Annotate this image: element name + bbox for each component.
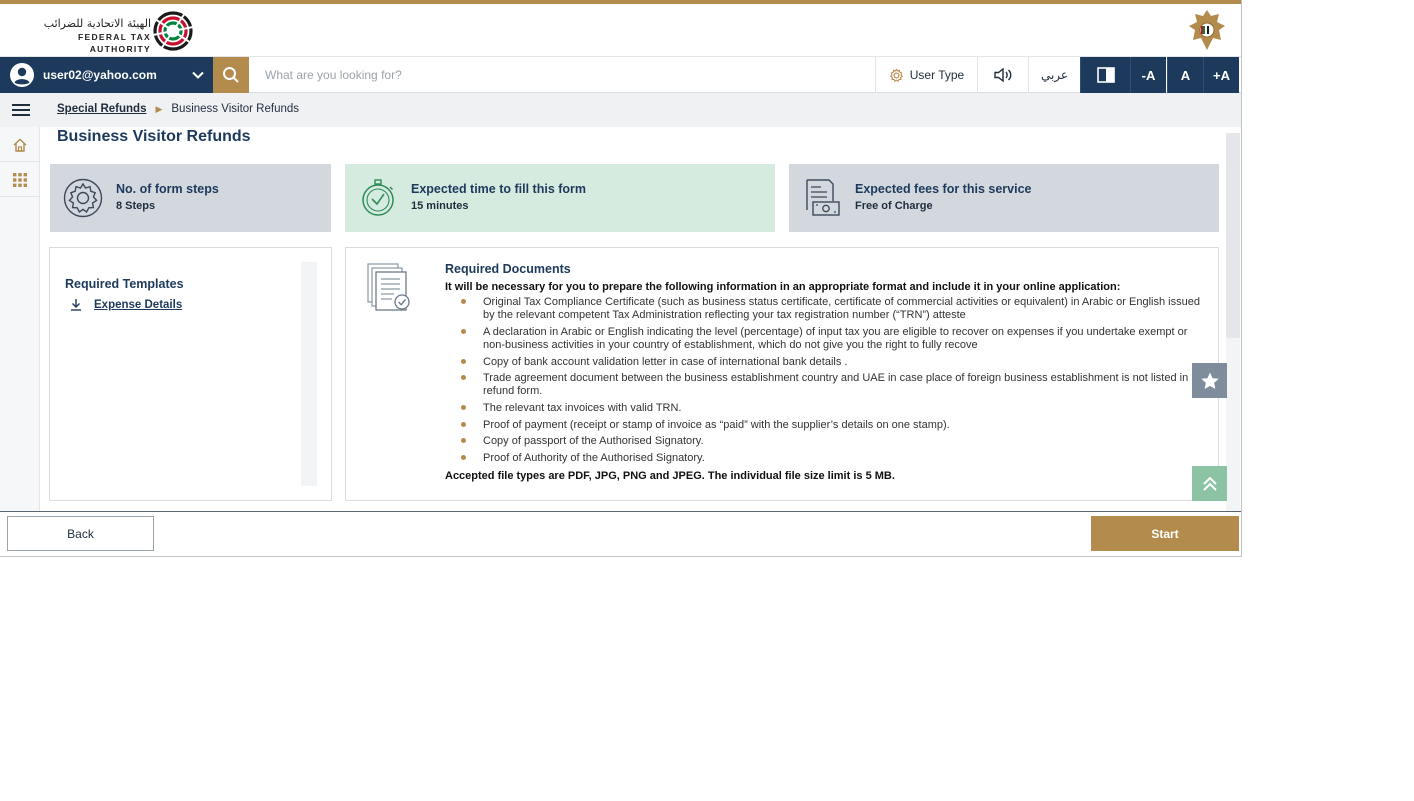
breadcrumb: Special Refunds ▶ Business Visitor Refun… bbox=[57, 103, 299, 115]
page-title: Business Visitor Refunds bbox=[57, 128, 251, 145]
sidebar-item-apps[interactable] bbox=[0, 163, 40, 197]
info-card-title: No. of form steps bbox=[116, 182, 219, 196]
fta-logo[interactable]: الهيئة الاتحادية للضرائب FEDERAL TAX AUT… bbox=[14, 9, 204, 55]
accepted-file-types-note: Accepted file types are PDF, JPG, PNG an… bbox=[445, 470, 895, 482]
template-link-expense-details[interactable]: Expense Details bbox=[70, 298, 182, 311]
list-item: A declaration in Arabic or English indic… bbox=[445, 326, 1205, 352]
search-input[interactable] bbox=[257, 63, 857, 87]
gear-icon bbox=[63, 178, 103, 218]
app-window: الهيئة الاتحادية للضرائب FEDERAL TAX AUT… bbox=[0, 0, 1242, 557]
info-card-title: Expected time to fill this form bbox=[411, 182, 587, 196]
user-email: user02@yahoo.com bbox=[43, 68, 157, 82]
left-sidebar bbox=[0, 127, 40, 511]
header: الهيئة الاتحادية للضرائب FEDERAL TAX AUT… bbox=[0, 4, 1241, 56]
user-type-label: User Type bbox=[909, 68, 965, 82]
favorite-button[interactable] bbox=[1192, 363, 1227, 398]
user-menu[interactable]: user02@yahoo.com bbox=[0, 57, 213, 93]
breadcrumb-current: Business Visitor Refunds bbox=[171, 103, 300, 115]
search-icon bbox=[223, 67, 239, 83]
top-navbar: user02@yahoo.com User Type bbox=[0, 56, 1241, 93]
info-card-title: Expected fees for this service bbox=[855, 182, 1032, 196]
stopwatch-icon bbox=[362, 179, 394, 216]
required-documents-title: Required Documents bbox=[445, 262, 571, 276]
info-card-value: 15 minutes bbox=[411, 200, 469, 212]
user-avatar-icon bbox=[10, 63, 34, 87]
user-type-button[interactable]: User Type bbox=[875, 57, 977, 93]
info-card-text: Expected time to fill this form 15 minut… bbox=[411, 181, 586, 215]
speaker-icon bbox=[994, 67, 1012, 83]
hamburger-menu-icon[interactable] bbox=[10, 101, 32, 119]
info-card-value: 8 Steps bbox=[116, 200, 156, 212]
list-item: The relevant tax invoices with valid TRN… bbox=[445, 402, 1205, 415]
main-scrollbar[interactable] bbox=[1226, 133, 1240, 511]
text-to-speech-button[interactable] bbox=[977, 57, 1028, 93]
list-item: Original Tax Compliance Certificate (suc… bbox=[445, 296, 1205, 322]
required-documents-list: Original Tax Compliance Certificate (suc… bbox=[445, 296, 1205, 468]
templates-scrollbar[interactable] bbox=[301, 262, 317, 486]
info-card-text: No. of form steps 8 Steps bbox=[116, 181, 219, 215]
required-templates-title: Required Templates bbox=[65, 277, 184, 291]
breadcrumb-bar: Special Refunds ▶ Business Visitor Refun… bbox=[0, 93, 1241, 127]
search-button[interactable] bbox=[213, 57, 249, 93]
contrast-toggle[interactable] bbox=[1080, 57, 1130, 93]
breadcrumb-link-special-refunds[interactable]: Special Refunds bbox=[57, 103, 146, 115]
chevron-down-icon[interactable] bbox=[191, 68, 205, 82]
start-button[interactable]: Start bbox=[1091, 516, 1239, 551]
logo-arabic-text: الهيئة الاتحادية للضرائب bbox=[43, 17, 151, 30]
logo-text: الهيئة الاتحادية للضرائب FEDERAL TAX AUT… bbox=[16, 17, 151, 55]
uae-emblem-icon bbox=[1189, 10, 1225, 50]
required-templates-panel: Required Templates Expense Details bbox=[49, 247, 332, 501]
breadcrumb-separator-icon: ▶ bbox=[155, 103, 163, 114]
info-card-text: Expected fees for this service Free of C… bbox=[855, 181, 1031, 215]
list-item: Trade agreement document between the bus… bbox=[445, 372, 1205, 398]
logo-english-text: FEDERAL TAX AUTHORITY bbox=[77, 32, 151, 54]
back-button[interactable]: Back bbox=[7, 516, 154, 551]
list-item: Proof of Authority of the Authorised Sig… bbox=[445, 452, 1205, 465]
info-card-form-steps: No. of form steps 8 Steps bbox=[50, 164, 331, 232]
font-normal-button[interactable]: A bbox=[1167, 57, 1203, 93]
font-decrease-button[interactable]: -A bbox=[1130, 57, 1166, 93]
required-documents-intro: It will be necessary for you to prepare … bbox=[445, 281, 1121, 293]
contrast-icon bbox=[1096, 67, 1115, 83]
template-link-label: Expense Details bbox=[94, 298, 183, 311]
info-card-expected-fees: Expected fees for this service Free of C… bbox=[789, 164, 1219, 232]
info-card-expected-time: Expected time to fill this form 15 minut… bbox=[345, 164, 775, 232]
font-increase-button[interactable]: +A bbox=[1203, 57, 1239, 93]
grid-icon bbox=[13, 172, 27, 187]
language-toggle[interactable]: عربي bbox=[1028, 57, 1080, 93]
list-item: Copy of bank account validation letter i… bbox=[445, 356, 1205, 369]
invoice-icon bbox=[806, 179, 840, 216]
fta-logo-icon bbox=[152, 11, 194, 51]
form-footer: Back Start bbox=[0, 511, 1241, 556]
scroll-to-top-button[interactable] bbox=[1192, 466, 1227, 501]
double-chevron-up-icon bbox=[1202, 476, 1217, 491]
required-documents-panel: Required Documents It will be necessary … bbox=[345, 247, 1219, 501]
sidebar-item-home[interactable] bbox=[0, 128, 40, 162]
download-icon bbox=[71, 299, 81, 311]
list-item: Proof of payment (receipt or stamp of in… bbox=[445, 419, 1205, 432]
gear-icon bbox=[889, 68, 903, 82]
star-icon bbox=[1200, 372, 1219, 389]
home-icon bbox=[13, 138, 27, 152]
main-scrollbar-thumb[interactable] bbox=[1226, 133, 1240, 338]
list-item: Copy of passport of the Authorised Signa… bbox=[445, 435, 1205, 448]
documents-checklist-icon bbox=[367, 263, 410, 311]
info-card-value: Free of Charge bbox=[855, 200, 933, 212]
